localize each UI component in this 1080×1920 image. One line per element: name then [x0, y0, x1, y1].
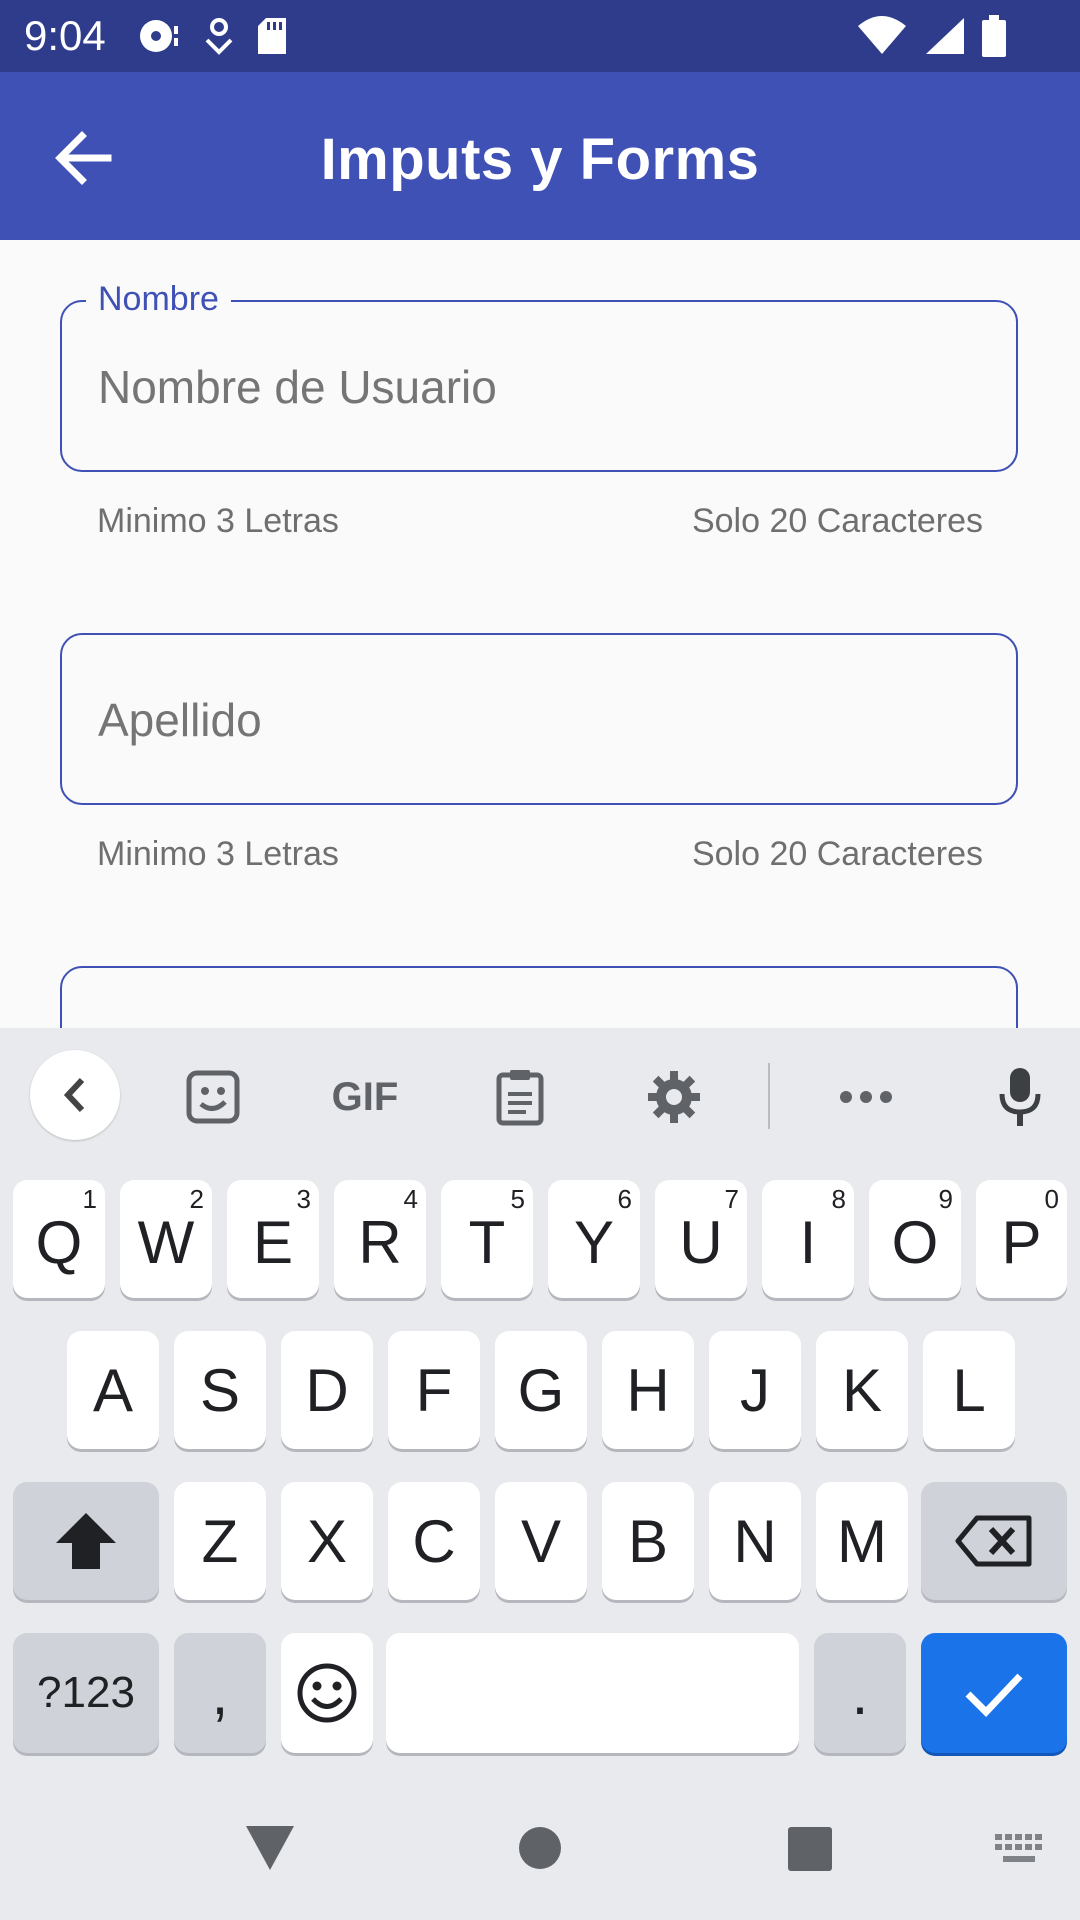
mic-icon — [999, 1068, 1041, 1126]
nombre-helper-max: Solo 20 Caracteres — [691, 502, 983, 540]
apellido-input[interactable] — [98, 693, 978, 747]
period-key[interactable]: . — [814, 1633, 906, 1753]
home-circle-icon[interactable] — [518, 1826, 562, 1870]
settings-icon — [648, 1071, 700, 1123]
emoji-key[interactable] — [281, 1633, 373, 1753]
key-m[interactable]: M — [816, 1482, 908, 1600]
key-i[interactable]: 8I — [762, 1180, 854, 1298]
recents-square-icon[interactable] — [787, 1826, 833, 1872]
hdd-icon — [140, 20, 178, 52]
nombre-field[interactable]: Nombre — [60, 280, 1018, 472]
clipboard-icon — [496, 1070, 544, 1126]
backspace-key[interactable] — [921, 1482, 1067, 1600]
key-x[interactable]: X — [281, 1482, 373, 1600]
battery-icon — [982, 15, 1006, 57]
wifi-icon — [858, 16, 906, 54]
navigation-bar — [0, 1780, 1080, 1920]
key-q[interactable]: 1Q — [13, 1180, 105, 1298]
comma-key[interactable]: , — [174, 1633, 266, 1753]
nombre-label: Nombre — [86, 280, 231, 319]
nombre-input[interactable] — [98, 360, 978, 414]
key-c[interactable]: C — [388, 1482, 480, 1600]
key-j[interactable]: J — [709, 1331, 801, 1449]
sticker-icon — [186, 1070, 240, 1124]
key-d[interactable]: D — [281, 1331, 373, 1449]
nombre-helper-min: Minimo 3 Letras — [97, 502, 339, 540]
app-bar: Imputs y Forms — [0, 72, 1080, 240]
key-t[interactable]: 5T — [441, 1180, 533, 1298]
more-button[interactable] — [836, 1053, 896, 1141]
more-icon — [840, 1091, 892, 1103]
signal-icon — [926, 18, 964, 54]
toolbar-divider — [768, 1063, 770, 1129]
page-title: Imputs y Forms — [320, 127, 760, 192]
clipboard-button[interactable] — [492, 1053, 548, 1141]
sd-card-icon — [258, 18, 286, 54]
key-e[interactable]: 3E — [227, 1180, 319, 1298]
mic-button[interactable] — [994, 1053, 1046, 1141]
chevron-left-icon — [63, 1077, 85, 1113]
backspace-icon — [955, 1515, 1032, 1567]
apellido-field[interactable] — [60, 633, 1018, 805]
emoji-icon — [297, 1663, 357, 1723]
shift-key[interactable] — [13, 1482, 159, 1600]
key-g[interactable]: G — [495, 1331, 587, 1449]
back-triangle-icon[interactable] — [244, 1824, 296, 1872]
sticker-button[interactable] — [180, 1053, 246, 1141]
key-f[interactable]: F — [388, 1331, 480, 1449]
symbols-key[interactable]: ?123 — [13, 1633, 159, 1753]
key-h[interactable]: H — [602, 1331, 694, 1449]
status-bar: 9:04 — [0, 0, 1080, 72]
done-key[interactable] — [921, 1633, 1067, 1753]
apellido-helper-min: Minimo 3 Letras — [97, 835, 339, 873]
status-icons-right — [858, 14, 1006, 58]
key-u[interactable]: 7U — [655, 1180, 747, 1298]
gif-button[interactable]: GIF — [320, 1053, 410, 1141]
shift-icon — [56, 1513, 116, 1569]
status-icons-left — [138, 14, 288, 58]
key-s[interactable]: S — [174, 1331, 266, 1449]
space-key[interactable] — [386, 1633, 799, 1753]
key-z[interactable]: Z — [174, 1482, 266, 1600]
key-k[interactable]: K — [816, 1331, 908, 1449]
keyboard-switch-icon[interactable] — [995, 1834, 1043, 1866]
check-icon — [965, 1673, 1023, 1718]
key-v[interactable]: V — [495, 1482, 587, 1600]
key-r[interactable]: 4R — [334, 1180, 426, 1298]
key-a[interactable]: A — [67, 1331, 159, 1449]
settings-button[interactable] — [644, 1053, 704, 1141]
key-l[interactable]: L — [923, 1331, 1015, 1449]
keyboard-collapse-button[interactable] — [30, 1050, 120, 1140]
location-icon — [205, 18, 233, 55]
apellido-helper-max: Solo 20 Caracteres — [691, 835, 983, 873]
key-p[interactable]: 0P — [976, 1180, 1067, 1298]
key-n[interactable]: N — [709, 1482, 801, 1600]
key-o[interactable]: 9O — [869, 1180, 961, 1298]
status-time: 9:04 — [24, 12, 106, 59]
key-y[interactable]: 6Y — [548, 1180, 640, 1298]
key-w[interactable]: 2W — [120, 1180, 212, 1298]
key-b[interactable]: B — [602, 1482, 694, 1600]
